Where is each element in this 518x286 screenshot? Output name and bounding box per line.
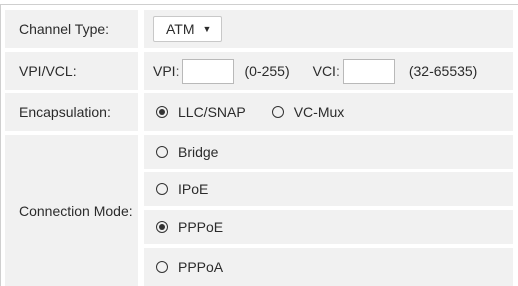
vci-label: VCI bbox=[312, 63, 336, 79]
radio-unselected-icon bbox=[156, 183, 168, 195]
vpi-vcl-label-cell: VPI/VCL: bbox=[5, 52, 138, 90]
connection-mode-label-cell: Connection Mode: bbox=[5, 135, 138, 286]
connection-mode-label: Connection Mode: bbox=[19, 202, 133, 219]
dropdown-arrow-icon: ▼ bbox=[202, 24, 212, 34]
channel-type-value-cell: ATM ▼ bbox=[144, 10, 513, 48]
radio-unselected-icon bbox=[156, 261, 168, 273]
radio-unselected-icon bbox=[156, 146, 168, 158]
encapsulation-option-vc-mux[interactable]: VC-Mux bbox=[271, 104, 345, 120]
encapsulation-value-cell: LLC/SNAP VC-Mux bbox=[144, 93, 513, 131]
vci-input[interactable] bbox=[342, 58, 395, 84]
vpi-range-hint: (0-255) bbox=[244, 63, 290, 79]
vpi-vcl-value-cell: VPI: (0-255) VCI: (32-65535) bbox=[144, 52, 513, 90]
channel-type-label-cell: Channel Type: bbox=[5, 10, 138, 48]
radio-selected-icon bbox=[156, 106, 168, 118]
connection-mode-option-pppoe[interactable]: PPPoE bbox=[156, 219, 223, 235]
connection-mode-option-label: IPoE bbox=[178, 181, 209, 197]
channel-type-select[interactable]: ATM ▼ bbox=[153, 16, 223, 42]
connection-mode-option-bridge[interactable]: Bridge bbox=[156, 144, 218, 160]
connection-mode-option-label: PPPoE bbox=[178, 219, 224, 235]
encapsulation-label: Encapsulation: bbox=[19, 104, 111, 120]
connection-mode-row: Bridge bbox=[144, 135, 513, 169]
connection-mode-option-pppoa[interactable]: PPPoA bbox=[156, 259, 223, 275]
encapsulation-option-label: VC-Mux bbox=[293, 104, 345, 120]
vpi-input[interactable] bbox=[182, 58, 235, 84]
connection-mode-row: PPPoA bbox=[144, 248, 513, 286]
radio-selected-icon bbox=[156, 221, 168, 233]
radio-unselected-icon bbox=[271, 106, 284, 118]
connection-mode-row: PPPoE bbox=[144, 210, 513, 244]
encapsulation-option-label: LLC/SNAP bbox=[178, 104, 246, 120]
channel-type-selected-value: ATM bbox=[166, 21, 195, 37]
connection-mode-row: IPoE bbox=[144, 172, 513, 206]
frame-border-left bbox=[0, 4, 1, 286]
frame-border-top bbox=[0, 4, 518, 5]
connection-mode-option-label: Bridge bbox=[178, 144, 219, 160]
connection-mode-option-ipoe[interactable]: IPoE bbox=[156, 181, 208, 197]
channel-type-label: Channel Type: bbox=[19, 21, 110, 37]
encapsulation-label-cell: Encapsulation: bbox=[5, 93, 138, 131]
vci-range-hint: (32-65535) bbox=[408, 63, 478, 79]
encapsulation-option-llc-snap[interactable]: LLC/SNAP bbox=[156, 104, 246, 120]
vpi-label: VPI bbox=[153, 63, 176, 79]
vpi-vcl-label: VPI/VCL: bbox=[19, 63, 77, 79]
connection-mode-option-label: PPPoA bbox=[178, 259, 224, 275]
